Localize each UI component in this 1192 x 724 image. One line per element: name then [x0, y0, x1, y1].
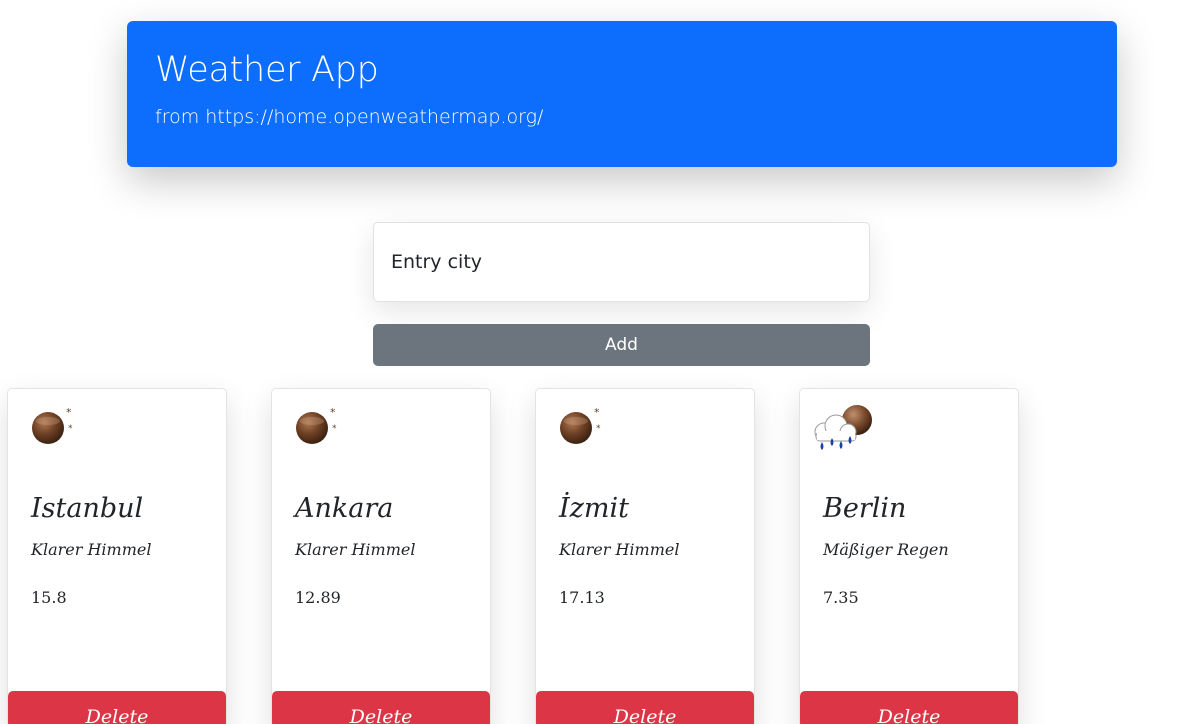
delete-button[interactable]: Delete [536, 691, 754, 724]
svg-text:*: * [68, 424, 73, 434]
card-description: Mäßiger Regen [823, 540, 949, 559]
clear-night-icon: * * [296, 406, 337, 444]
delete-button[interactable]: Delete [800, 691, 1018, 724]
city-input[interactable] [373, 222, 870, 302]
add-button[interactable]: Add [373, 324, 870, 366]
weather-card: * * Istanbul Klarer Himmel 15.8 Delete [7, 388, 227, 724]
card-temperature: 17.13 [559, 588, 605, 607]
app-title: Weather App [155, 50, 379, 90]
card-temperature: 7.35 [823, 588, 859, 607]
card-description: Klarer Himmel [295, 540, 416, 559]
delete-button[interactable]: Delete [8, 691, 226, 724]
weather-card: * * İzmit Klarer Himmel 17.13 Delete [535, 388, 755, 724]
app-subtitle: from https://home.openweathermap.org/ [155, 106, 544, 128]
card-description: Klarer Himmel [31, 540, 152, 559]
rain-night-icon [814, 405, 872, 450]
card-city: Berlin [823, 493, 907, 524]
svg-text:*: * [594, 406, 600, 419]
card-description: Klarer Himmel [559, 540, 680, 559]
card-city: Ankara [295, 493, 394, 524]
svg-text:*: * [66, 406, 72, 419]
clear-night-icon: * * [560, 406, 601, 444]
weather-card: Berlin Mäßiger Regen 7.35 Delete [799, 388, 1019, 724]
delete-button[interactable]: Delete [272, 691, 490, 724]
card-city: İzmit [559, 493, 629, 524]
card-temperature: 12.89 [295, 588, 341, 607]
svg-text:*: * [596, 424, 601, 434]
card-temperature: 15.8 [31, 588, 67, 607]
weather-card: * * Ankara Klarer Himmel 12.89 Delete [271, 388, 491, 724]
clear-night-icon: * * [32, 406, 73, 444]
header-banner: Weather App from https://home.openweathe… [127, 21, 1117, 167]
svg-text:*: * [330, 406, 336, 419]
svg-text:*: * [332, 424, 337, 434]
card-city: Istanbul [31, 493, 144, 524]
